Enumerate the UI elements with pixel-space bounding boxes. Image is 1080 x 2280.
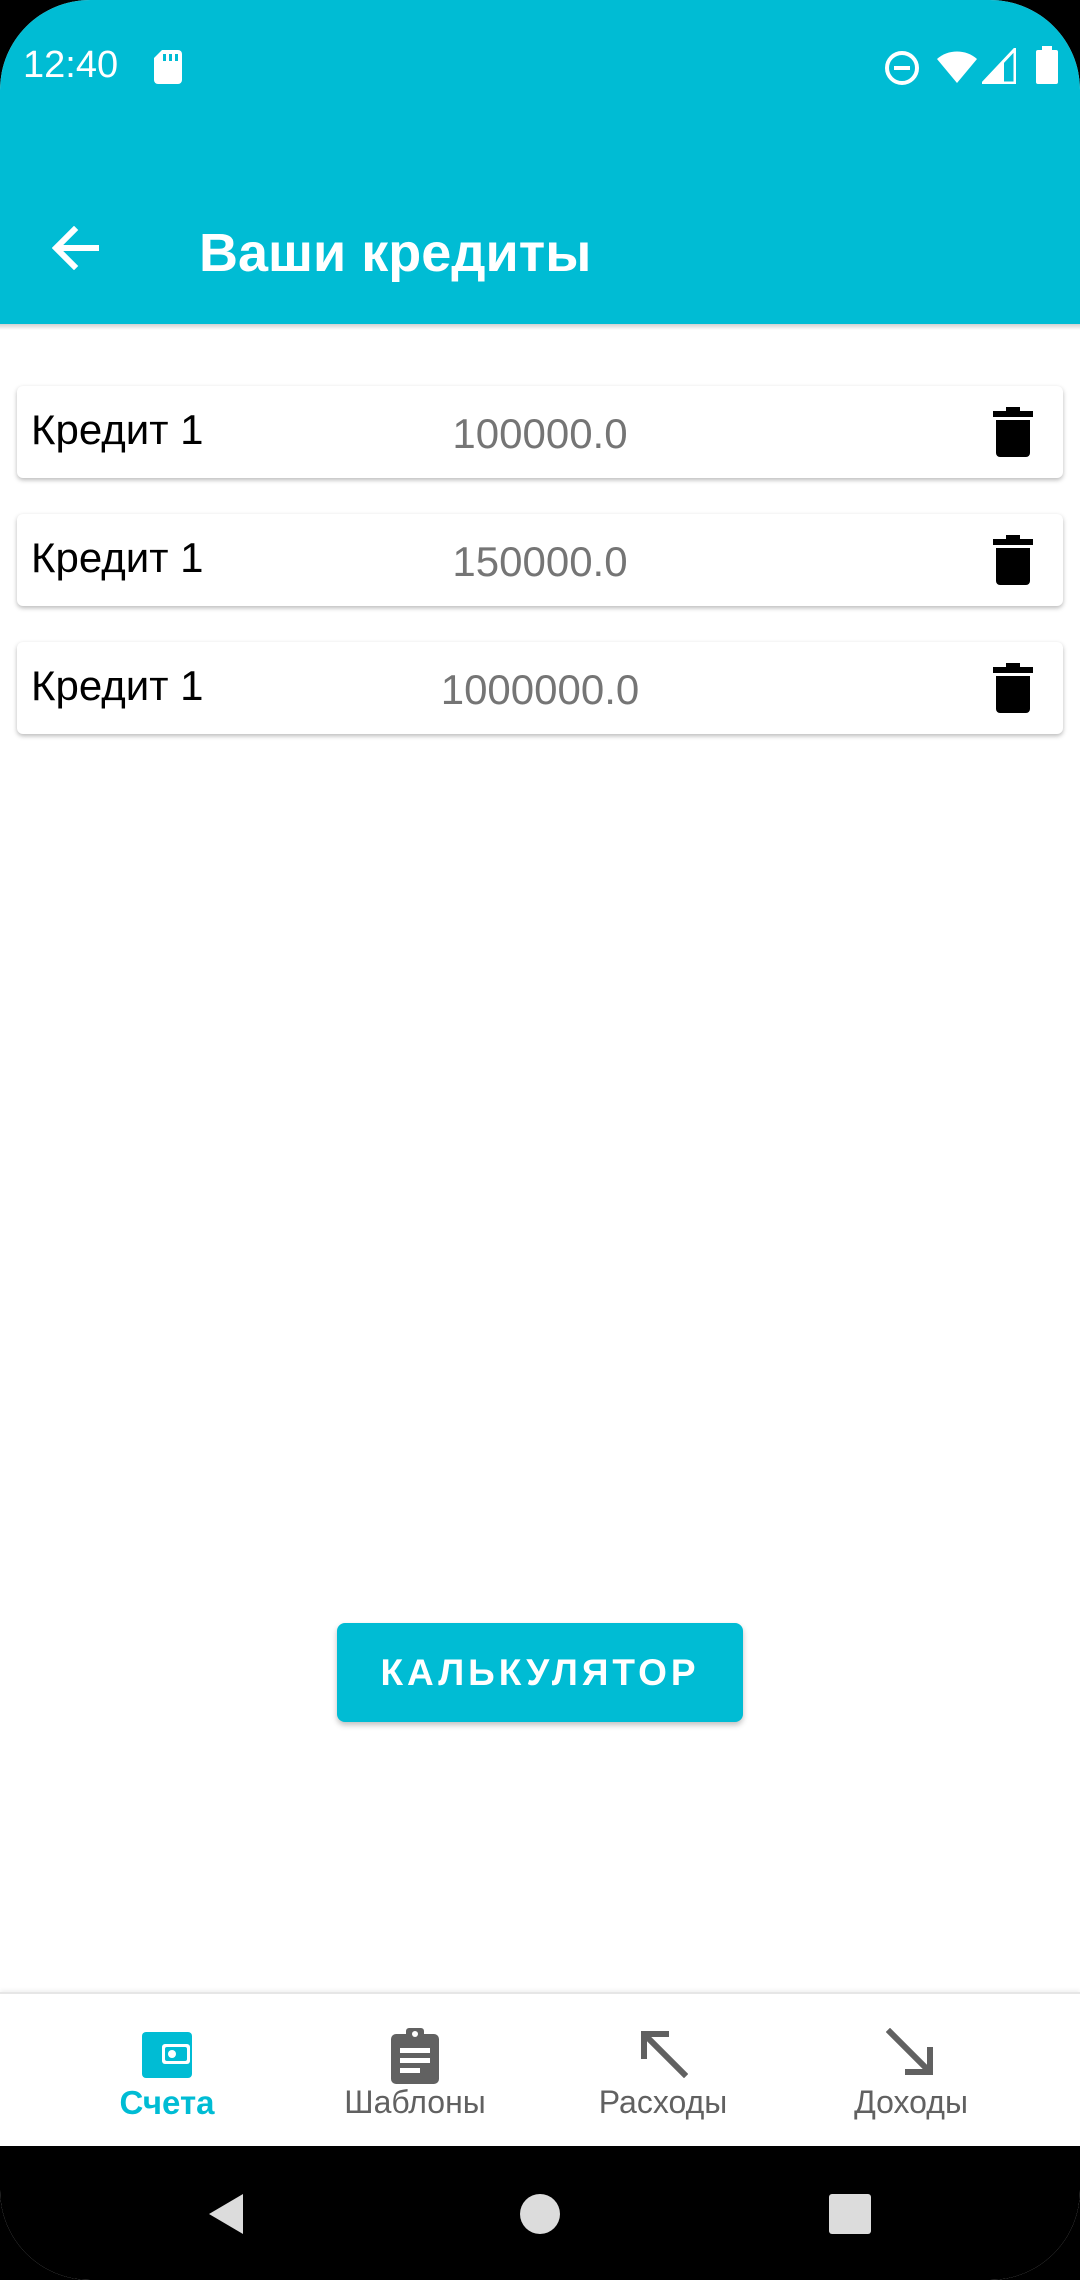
nav-item-templates[interactable]: Шаблоны (290, 1994, 540, 2148)
nav-label: Доходы (854, 2084, 968, 2120)
delete-button[interactable] (983, 532, 1043, 592)
app-bar-shadow (0, 324, 1080, 330)
wifi-icon (936, 48, 978, 89)
arrow-back-icon (51, 225, 100, 275)
credit-amount: 1000000.0 (440, 666, 640, 713)
bottom-navigation: Счета Шаблоны Расходы Доходы (0, 1992, 1080, 2148)
back-button[interactable] (36, 210, 116, 290)
arrow-down-right-icon (885, 2027, 936, 2086)
nav-item-expenses[interactable]: Расходы (538, 1994, 788, 2148)
sd-card-icon (154, 50, 182, 89)
page-title: Ваши кредиты (199, 223, 592, 283)
arrow-up-left-icon (638, 2028, 689, 2086)
nav-label: Счета (119, 2084, 215, 2121)
credit-amount: 100000.0 (452, 410, 628, 457)
nav-label: Шаблоны (344, 2084, 486, 2120)
calculator-button[interactable]: КАЛЬКУЛЯТОР (337, 1623, 743, 1722)
trash-icon (993, 406, 1033, 462)
back-triangle-icon[interactable] (205, 2192, 245, 2241)
trash-icon (993, 662, 1033, 718)
system-navigation-bar (0, 2146, 1080, 2280)
home-circle-icon[interactable] (519, 2193, 561, 2240)
battery-icon (1036, 46, 1058, 89)
signal-icon (979, 45, 1017, 89)
nav-item-income[interactable]: Доходы (786, 1994, 1036, 2148)
credit-card[interactable]: Кредит 1 100000.0 (17, 386, 1063, 478)
screen: 12:40 Ваши кредиты Кредит 1 100000.0 Кре… (0, 0, 1080, 2280)
nav-item-accounts[interactable]: Счета (42, 1994, 292, 2148)
nav-label: Расходы (598, 2084, 728, 2120)
credit-amount: 150000.0 (452, 538, 628, 585)
delete-button[interactable] (983, 660, 1043, 720)
credit-card[interactable]: Кредит 1 150000.0 (17, 514, 1063, 606)
trash-icon (993, 534, 1033, 590)
clipboard-icon (389, 2028, 441, 2086)
status-time: 12:40 (23, 44, 119, 86)
recents-square-icon[interactable] (829, 2194, 871, 2239)
credit-card[interactable]: Кредит 1 1000000.0 (17, 642, 1063, 734)
wallet-icon (140, 2028, 194, 2086)
app-bar: 12:40 Ваши кредиты (0, 0, 1080, 324)
delete-button[interactable] (983, 404, 1043, 464)
do-not-disturb-icon (884, 50, 920, 91)
